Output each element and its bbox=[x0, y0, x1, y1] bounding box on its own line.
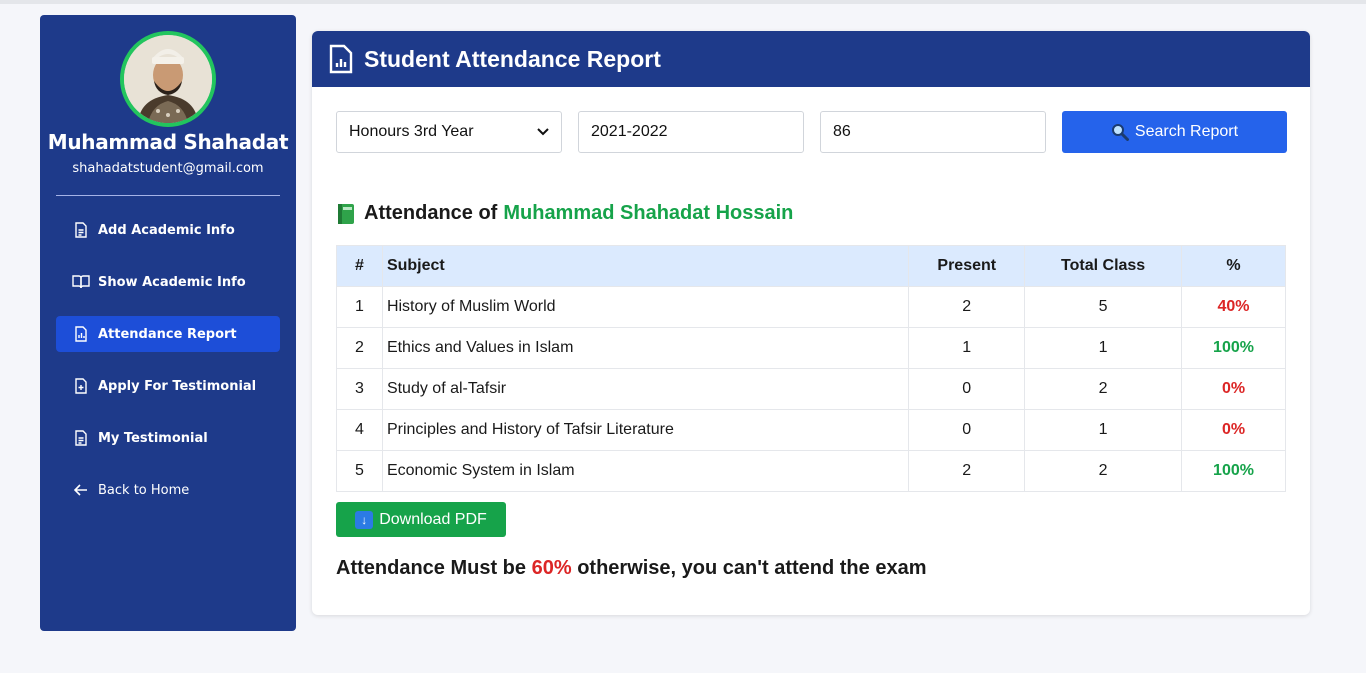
col-header-present: Present bbox=[908, 245, 1026, 287]
row-number: 3 bbox=[336, 368, 383, 410]
sidebar-item-label: Add Academic Info bbox=[98, 222, 235, 238]
attendance-notice: Attendance Must be 60% otherwise, you ca… bbox=[336, 557, 926, 580]
table-row: 2 Ethics and Values in Islam 1 1 100% bbox=[336, 327, 1286, 369]
search-button-label: Search Report bbox=[1134, 123, 1239, 140]
col-header-subject: Subject bbox=[381, 245, 910, 287]
subject-cell: Principles and History of Tafsir Literat… bbox=[381, 409, 910, 451]
notice-before: Attendance Must be bbox=[336, 557, 527, 579]
table-row: 4 Principles and History of Tafsir Liter… bbox=[336, 409, 1286, 451]
row-number: 5 bbox=[336, 450, 383, 492]
present-cell: 2 bbox=[908, 450, 1026, 492]
report-chart-icon bbox=[72, 325, 90, 343]
year-select-value: Honours 3rd Year bbox=[349, 123, 474, 140]
percent-cell: 0% bbox=[1181, 368, 1286, 410]
book-open-icon bbox=[72, 273, 90, 291]
present-cell: 1 bbox=[908, 327, 1026, 369]
total-class-cell: 2 bbox=[1024, 450, 1183, 492]
green-book-icon bbox=[338, 203, 354, 224]
notice-after: otherwise, you can't attend the exam bbox=[577, 557, 927, 579]
chevron-down-icon bbox=[537, 128, 549, 136]
present-cell: 0 bbox=[908, 409, 1026, 451]
sidebar-item-show-academic-info[interactable]: Show Academic Info bbox=[56, 264, 280, 300]
download-arrow-icon: ↓ bbox=[355, 510, 374, 529]
sidebar-item-label: Attendance Report bbox=[98, 326, 237, 342]
percent-cell: 100% bbox=[1181, 450, 1286, 492]
session-input[interactable]: 2021-2022 bbox=[578, 111, 804, 153]
filter-bar: Honours 3rd Year 2021-2022 86 Search Rep… bbox=[336, 111, 1287, 153]
report-chart-icon bbox=[329, 44, 353, 74]
percent-cell: 40% bbox=[1181, 286, 1286, 328]
sidebar-divider bbox=[56, 195, 280, 196]
row-number: 1 bbox=[336, 286, 383, 328]
row-number: 4 bbox=[336, 409, 383, 451]
table-row: 5 Economic System in Islam 2 2 100% bbox=[336, 450, 1286, 492]
download-button-label: Download PDF bbox=[379, 510, 487, 528]
sidebar-item-back-home[interactable]: Back to Home bbox=[56, 472, 280, 508]
table-row: 3 Study of al-Tafsir 0 2 0% bbox=[336, 368, 1286, 410]
percent-cell: 100% bbox=[1181, 327, 1286, 369]
subject-cell: Economic System in Islam bbox=[381, 450, 910, 492]
total-class-cell: 2 bbox=[1024, 368, 1183, 410]
sidebar-item-apply-testimonial[interactable]: Apply For Testimonial bbox=[56, 368, 280, 404]
table-row: 1 History of Muslim World 2 5 40% bbox=[336, 286, 1286, 328]
search-icon bbox=[1111, 124, 1129, 141]
table-header-row: # Subject Present Total Class % bbox=[336, 245, 1286, 287]
percent-cell: 0% bbox=[1181, 409, 1286, 451]
present-cell: 2 bbox=[908, 286, 1026, 328]
arrow-left-icon bbox=[72, 481, 90, 499]
sidebar-item-label: Apply For Testimonial bbox=[98, 378, 257, 394]
notice-threshold: 60% bbox=[531, 557, 572, 579]
profile-email: shahadatstudent@gmail.com bbox=[72, 161, 264, 176]
total-class-cell: 1 bbox=[1024, 327, 1183, 369]
attendance-heading: Attendance of Muhammad Shahadat Hossain bbox=[336, 202, 793, 225]
roll-input[interactable]: 86 bbox=[820, 111, 1046, 153]
attendance-prefix: Attendance of bbox=[364, 202, 498, 224]
sidebar-item-attendance-report[interactable]: Attendance Report bbox=[56, 316, 280, 352]
panel-header: Student Attendance Report bbox=[312, 31, 1310, 87]
sidebar-item-label: Show Academic Info bbox=[98, 274, 246, 290]
col-header-percent: % bbox=[1181, 245, 1286, 287]
page-title: Student Attendance Report bbox=[364, 45, 661, 72]
sidebar-item-label: Back to Home bbox=[98, 482, 190, 498]
sidebar-menu: Add Academic Info Show Academic Info Att… bbox=[56, 212, 280, 524]
subject-cell: Study of al-Tafsir bbox=[381, 368, 910, 410]
document-plus-icon bbox=[72, 377, 90, 395]
sidebar-item-add-academic-info[interactable]: Add Academic Info bbox=[56, 212, 280, 248]
col-header-num: # bbox=[336, 245, 383, 287]
document-icon bbox=[72, 429, 90, 447]
attendance-table: # Subject Present Total Class % 1 Histor… bbox=[336, 245, 1286, 492]
profile-name: Muhammad Shahadat bbox=[47, 130, 289, 154]
sidebar: Muhammad Shahadat shahadatstudent@gmail.… bbox=[40, 15, 296, 631]
avatar bbox=[120, 31, 216, 127]
student-name: Muhammad Shahadat Hossain bbox=[503, 202, 794, 224]
present-cell: 0 bbox=[908, 368, 1026, 410]
sidebar-item-label: My Testimonial bbox=[98, 430, 208, 446]
top-border bbox=[0, 0, 1366, 4]
col-header-total-class: Total Class bbox=[1024, 245, 1183, 287]
attendance-panel: Student Attendance Report Honours 3rd Ye… bbox=[312, 31, 1310, 615]
year-select[interactable]: Honours 3rd Year bbox=[336, 111, 562, 153]
subject-cell: Ethics and Values in Islam bbox=[381, 327, 910, 369]
total-class-cell: 1 bbox=[1024, 409, 1183, 451]
download-pdf-button[interactable]: ↓ Download PDF bbox=[336, 502, 506, 537]
sidebar-item-my-testimonial[interactable]: My Testimonial bbox=[56, 420, 280, 456]
search-report-button[interactable]: Search Report bbox=[1062, 111, 1287, 153]
subject-cell: History of Muslim World bbox=[381, 286, 910, 328]
total-class-cell: 5 bbox=[1024, 286, 1183, 328]
document-icon bbox=[72, 221, 90, 239]
row-number: 2 bbox=[336, 327, 383, 369]
